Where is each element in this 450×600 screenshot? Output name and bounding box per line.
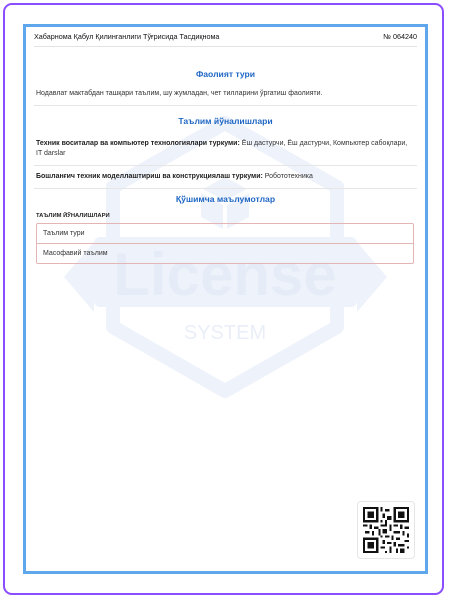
- certificate-inner: License SYSTEM Хабарнома Қабул Қилинганл…: [34, 27, 417, 571]
- table-row: Таълим тури: [43, 230, 85, 237]
- qr-code-icon: [363, 507, 409, 553]
- certificate-page: License SYSTEM Хабарнома Қабул Қилинганл…: [23, 24, 428, 574]
- table-row: Масофавий таълим: [37, 243, 413, 263]
- watermark-sub: SYSTEM: [184, 322, 266, 344]
- direction-category: Бошланғич техник моделлаштириш ва констр…: [36, 173, 263, 180]
- certificate-content: Хабарнома Қабул Қилинганлиги Тўғрисида Т…: [34, 27, 417, 264]
- direction-item: Техник воситалар ва компьютер технология…: [34, 139, 417, 166]
- additional-title: Қўшимча маълумотлар: [175, 194, 276, 204]
- table-caption: ТАЪЛИМ ЙЎНАЛИШЛАРИ: [36, 213, 110, 219]
- qr-code[interactable]: [357, 501, 415, 559]
- direction-item: Бошланғич техник моделлаштириш ва констр…: [34, 172, 417, 189]
- direction-category: Техник воситалар ва компьютер технология…: [36, 140, 240, 147]
- direction-programs: Робототехника: [262, 173, 313, 180]
- document-number: № 064240: [383, 32, 417, 41]
- directions-title: Таълим йўналишлари: [178, 116, 273, 126]
- document-title: Хабарнома Қабул Қилинганлиги Тўғрисида Т…: [34, 32, 220, 41]
- header-bar: Хабарнома Қабул Қилинганлиги Тўғрисида Т…: [34, 27, 417, 47]
- activity-title: Фаолият тури: [195, 69, 256, 79]
- additional-table: Таълим тури Масофавий таълим: [36, 223, 414, 264]
- activity-text: Нодавлат мактабдан ташқари таълим, шу жу…: [34, 89, 417, 106]
